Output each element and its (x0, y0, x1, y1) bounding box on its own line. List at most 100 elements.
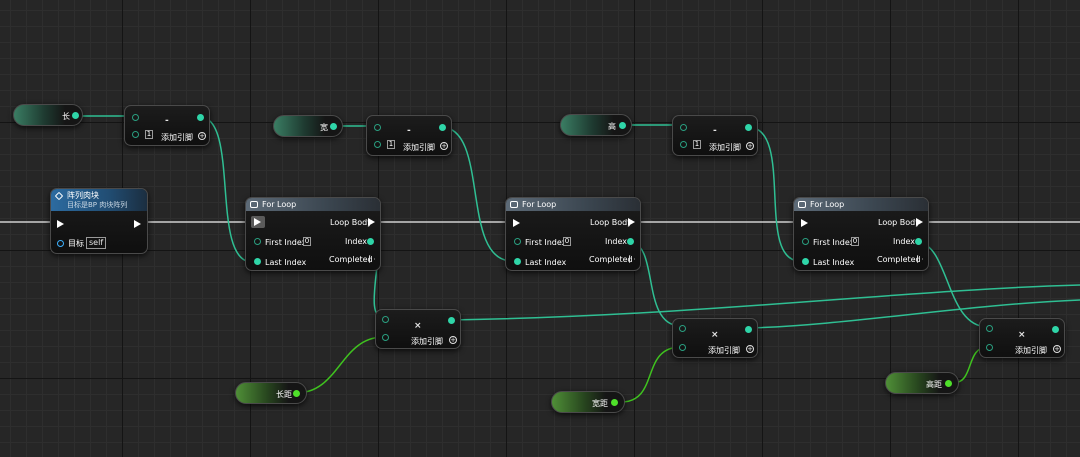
variable-length-node[interactable]: 长 (13, 104, 83, 126)
multiply-node-length[interactable]: × 添加引脚 + (375, 309, 461, 349)
height-output-pin[interactable] (619, 122, 626, 129)
index-pin[interactable] (915, 238, 922, 245)
subtract-a-pin[interactable] (680, 124, 687, 131)
multiply-operator: × (1018, 330, 1026, 340)
first-index-pin[interactable] (254, 238, 261, 245)
subtract-node-height[interactable]: - 1 添加引脚 + (672, 115, 758, 156)
multiply-a-pin[interactable] (986, 325, 993, 332)
subtract-a-pin[interactable] (132, 114, 139, 121)
function-title: 阵列肉块 (67, 191, 99, 200)
loop-body-label: Loop Body (878, 218, 920, 227)
index-label: Index (605, 237, 628, 246)
multiply-output-pin[interactable] (1052, 326, 1059, 333)
variable-height-label: 高 (608, 122, 616, 131)
loop-body-pin[interactable] (628, 218, 635, 226)
multiply-b-pin[interactable] (382, 334, 389, 341)
height-spacing-output-pin[interactable] (945, 380, 952, 387)
for-loop-node-3[interactable]: For Loop Loop Body First Index 0 Index L… (793, 197, 929, 271)
add-pin-icon[interactable]: + (746, 142, 754, 150)
add-pin-icon[interactable]: + (440, 142, 448, 150)
target-pin[interactable] (57, 240, 64, 247)
for-loop-header: For Loop (506, 198, 640, 211)
multiply-b-pin[interactable] (679, 344, 686, 351)
subtract-a-pin[interactable] (374, 124, 381, 131)
variable-height-node[interactable]: 高 (560, 114, 632, 136)
first-index-value[interactable]: 0 (563, 237, 571, 246)
add-pin-icon[interactable]: + (449, 336, 457, 344)
for-loop-node-2[interactable]: For Loop Loop Body First Index 0 Index L… (505, 197, 641, 271)
for-loop-node-1[interactable]: For Loop Loop Body First Index 0 Index L… (245, 197, 381, 271)
loop-body-pin[interactable] (916, 218, 923, 226)
variable-width-spacing-node[interactable]: 宽距 (551, 391, 625, 413)
variable-height-spacing-label: 高距 (926, 380, 942, 389)
loop-body-pin[interactable] (368, 218, 375, 226)
last-index-pin[interactable] (802, 258, 809, 265)
exec-input-pin[interactable] (57, 220, 64, 228)
data-wire (620, 346, 682, 403)
variable-length-spacing-node[interactable]: 长距 (235, 382, 307, 404)
subtract-b-value[interactable]: 1 (145, 130, 153, 139)
multiply-node-height[interactable]: × 添加引脚 + (979, 318, 1065, 358)
add-pin-label: 添加引脚 (161, 133, 193, 142)
add-pin-label: 添加引脚 (709, 143, 741, 152)
multiply-output-pin[interactable] (448, 317, 455, 324)
add-pin-icon[interactable]: + (1053, 345, 1061, 353)
for-loop-header: For Loop (794, 198, 928, 211)
function-node-array-meat[interactable]: 阵列肉块 目标是BP 肉块阵列 目标 self (50, 188, 148, 254)
subtract-output-pin[interactable] (197, 114, 204, 121)
subtract-b-value[interactable]: 1 (387, 140, 395, 149)
length-output-pin[interactable] (72, 112, 79, 119)
add-pin-label: 添加引脚 (708, 346, 740, 355)
index-label: Index (345, 237, 368, 246)
subtract-operator: - (713, 126, 717, 136)
variable-height-spacing-node[interactable]: 高距 (885, 372, 959, 394)
last-index-pin[interactable] (254, 258, 261, 265)
subtract-b-pin[interactable] (374, 141, 381, 148)
multiply-a-pin[interactable] (679, 325, 686, 332)
multiply-a-pin[interactable] (382, 316, 389, 323)
width-spacing-output-pin[interactable] (611, 399, 618, 406)
data-wire (449, 284, 1080, 321)
index-label: Index (893, 237, 916, 246)
multiply-output-pin[interactable] (745, 326, 752, 333)
subtract-b-pin[interactable] (680, 141, 687, 148)
multiply-node-width[interactable]: × 添加引脚 + (672, 318, 758, 358)
subtract-output-pin[interactable] (439, 124, 446, 131)
last-index-label: Last Index (265, 258, 307, 267)
subtract-b-value[interactable]: 1 (693, 140, 701, 149)
first-index-pin[interactable] (514, 238, 521, 245)
exec-output-pin[interactable] (134, 220, 141, 228)
last-index-label: Last Index (813, 258, 855, 267)
for-loop-title: For Loop (522, 200, 557, 209)
exec-input-pin[interactable] (513, 219, 520, 227)
last-index-pin[interactable] (514, 258, 521, 265)
subtract-node-length[interactable]: - 1 添加引脚 + (124, 105, 210, 146)
first-index-value[interactable]: 0 (851, 237, 859, 246)
subtract-output-pin[interactable] (745, 124, 752, 131)
loop-body-label: Loop Body (590, 218, 632, 227)
exec-input-pin[interactable] (254, 218, 261, 226)
add-pin-label: 添加引脚 (403, 143, 435, 152)
width-output-pin[interactable] (330, 123, 337, 130)
variable-length-spacing-label: 长距 (276, 390, 292, 399)
multiply-operator: × (414, 321, 422, 331)
variable-width-node[interactable]: 宽 (273, 115, 343, 137)
loop-body-label: Loop Body (330, 218, 372, 227)
for-loop-title: For Loop (810, 200, 845, 209)
multiply-b-pin[interactable] (986, 344, 993, 351)
index-pin[interactable] (367, 238, 374, 245)
completed-label: Completed (329, 255, 373, 264)
loop-icon (250, 201, 258, 208)
exec-input-pin[interactable] (801, 219, 808, 227)
function-icon (54, 191, 64, 201)
target-value[interactable]: self (86, 237, 107, 249)
first-index-value[interactable]: 0 (303, 237, 311, 246)
index-pin[interactable] (627, 238, 634, 245)
first-index-pin[interactable] (802, 238, 809, 245)
add-pin-icon[interactable]: + (198, 132, 206, 140)
subtract-node-width[interactable]: - 1 添加引脚 + (366, 115, 452, 156)
for-loop-title: For Loop (262, 200, 297, 209)
length-spacing-output-pin[interactable] (293, 390, 300, 397)
add-pin-icon[interactable]: + (746, 345, 754, 353)
subtract-b-pin[interactable] (132, 131, 139, 138)
